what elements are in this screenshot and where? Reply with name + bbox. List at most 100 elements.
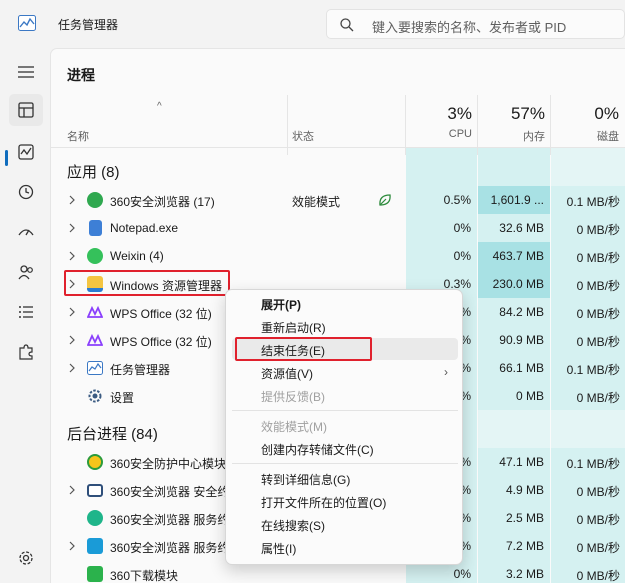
memory-cell: 32.6 MB [478,214,550,242]
nav-startup-apps[interactable] [9,216,43,248]
process-name: 360安全浏览器 安全约 [110,485,230,499]
cpu-cell: 0% [406,242,477,270]
menu-item-search-online[interactable]: 在线搜索(S) [232,513,458,535]
menu-item-efficiency-mode: 效能模式(M) [261,420,327,434]
menu-item-expand[interactable]: 展开(P) [232,292,458,314]
chevron-right-icon[interactable] [68,541,76,551]
360-guard-icon [87,454,103,470]
memory-cell: 47.1 MB [478,448,550,476]
memory-cell: 463.7 MB [478,242,550,270]
disk-cell: 0 MB/秒 [551,270,625,298]
page-title: 进程 [67,67,95,83]
nav-users[interactable] [9,256,43,288]
process-name: 设置 [110,391,135,405]
chevron-right-icon[interactable] [68,251,76,261]
hamburger-menu-button[interactable] [9,56,43,88]
cpu-total[interactable]: 3% [406,104,472,124]
memory-cell: 1,601.9 ... [478,186,550,214]
menu-item-resource-values[interactable]: 资源值(V) › [232,361,458,383]
menu-item-feedback: 提供反馈(B) [261,390,325,404]
disk-cell: 0 MB/秒 [551,298,625,326]
cpu-cell: 0.5% [406,186,477,214]
table-row[interactable]: Weixin (4) 0% 463.7 MB 0 MB/秒 [51,242,625,270]
sort-up-icon[interactable]: ^ [157,101,162,112]
menu-item-restart[interactable]: 重新启动(R) [232,315,458,337]
disk-total[interactable]: 0% [551,104,619,124]
chevron-right-icon[interactable] [68,485,76,495]
process-name: WPS Office (32 位) [110,335,212,349]
nav-details[interactable] [9,296,43,328]
menu-item-properties[interactable]: 属性(I) [232,536,458,558]
chevron-right-icon[interactable] [68,363,76,373]
360-download-icon [87,566,103,582]
menu-separator [232,463,458,464]
cpu-cell: 0% [406,214,477,242]
efficiency-leaf-icon [379,194,391,206]
wps-icon [87,333,103,346]
group-title-apps: 应用 (8) [67,164,120,181]
table-row[interactable]: 360安全浏览器 (17) 效能模式 0.5% 1,601.9 ... 0.1 … [51,186,625,214]
column-header-memory[interactable]: 内存 [478,128,545,144]
chevron-right-icon[interactable] [68,307,76,317]
menu-item-open-file-location[interactable]: 打开文件所在的位置(O) [232,490,458,512]
process-name: Weixin (4) [110,249,164,263]
column-header-name[interactable]: 名称 [67,128,89,144]
menu-separator [232,410,458,411]
performance-icon [18,144,34,160]
window-title: 任务管理器 [58,18,119,32]
nav-performance[interactable] [9,136,43,168]
disk-cell: 0 MB/秒 [551,326,625,354]
submenu-arrow-icon: › [444,365,448,379]
chevron-right-icon[interactable] [68,223,76,233]
nav-app-history[interactable] [9,176,43,208]
active-nav-indicator [5,150,8,166]
disk-cell: 0.1 MB/秒 [551,448,625,476]
side-navigation [0,48,50,583]
nav-settings[interactable] [9,542,43,574]
table-row[interactable]: Notepad.exe 0% 32.6 MB 0 MB/秒 [51,214,625,242]
memory-cell: 90.9 MB [478,326,550,354]
disk-cell: 0.1 MB/秒 [551,354,625,382]
chevron-right-icon[interactable] [68,195,76,205]
disk-cell: 0 MB/秒 [551,214,625,242]
column-header-status[interactable]: 状态 [292,128,314,144]
startup-speedometer-icon [18,229,34,236]
memory-total[interactable]: 57% [478,104,545,124]
cpu-column-band [406,148,477,188]
search-icon [340,18,354,32]
column-separator [287,95,288,155]
memory-cell: 230.0 MB [478,270,550,298]
360-service2-icon [87,538,103,554]
process-status: 效能模式 [292,195,341,209]
column-header-cpu[interactable]: CPU [406,128,472,140]
disk-cell: 0 MB/秒 [551,532,625,560]
menu-item-create-dump[interactable]: 创建内存转储文件(C) [232,437,458,459]
360-browser-icon [87,192,103,208]
settings-gear-icon [88,389,102,403]
search-input[interactable]: 键入要搜索的名称、发布者或 PID [326,9,625,39]
chevron-right-icon[interactable] [68,335,76,345]
services-puzzle-icon [19,344,33,360]
memory-cell: 2.5 MB [478,504,550,532]
nav-services[interactable] [9,336,43,368]
memory-cell: 84.2 MB [478,298,550,326]
hamburger-icon [18,66,34,78]
nav-processes[interactable] [9,94,43,126]
history-icon [18,184,34,200]
menu-item-go-to-details[interactable]: 转到详细信息(G) [232,467,458,489]
disk-column-band [551,148,625,188]
process-name: 360安全浏览器 (17) [110,195,215,209]
disk-cell: 0 MB/秒 [551,382,625,410]
context-menu: 展开(P) 重新启动(R) 结束任务(E) 资源值(V) › 提供反馈(B) 效… [225,289,463,565]
task-manager-app-icon [18,15,36,31]
process-name: 360安全浏览器 服务约 [110,541,230,555]
360-service-icon [87,510,103,526]
process-name: 360安全浏览器 服务约 [110,513,230,527]
memory-column-band [478,410,550,448]
column-header-disk[interactable]: 磁盘 [551,128,619,144]
task-manager-icon [87,361,103,375]
disk-cell: 0 MB/秒 [551,504,625,532]
users-icon [18,265,33,280]
process-name: 360安全防护中心模块 [110,457,227,471]
end-task-highlight [235,337,372,361]
